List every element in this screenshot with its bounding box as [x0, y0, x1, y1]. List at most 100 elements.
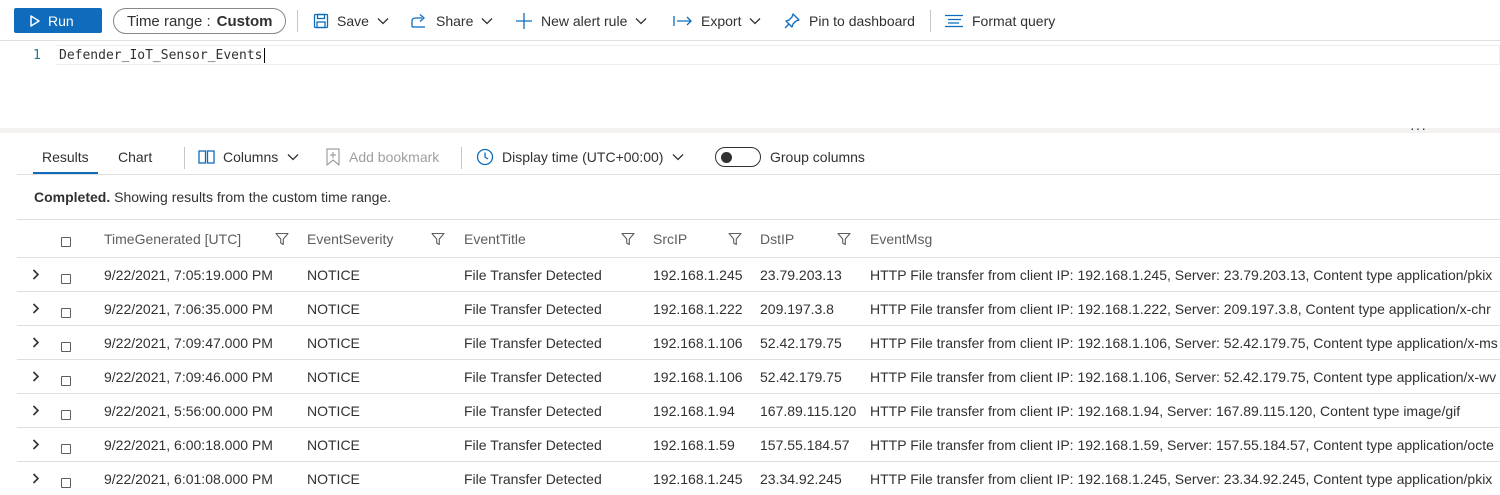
chevron-down-icon — [635, 17, 647, 25]
editor-results-splitter[interactable] — [0, 128, 1500, 133]
group-columns-label: Group columns — [770, 149, 865, 165]
filter-icon[interactable] — [837, 232, 851, 246]
row-checkbox[interactable] — [61, 376, 71, 386]
cell-eventmsg: HTTP File transfer from client IP: 192.1… — [870, 334, 1498, 351]
header-eventtitle[interactable]: EventTitle — [464, 220, 614, 257]
cell-timegenerated: 9/22/2021, 7:09:46.000 PM — [104, 368, 273, 385]
save-icon — [313, 13, 329, 29]
tab-results[interactable]: Results — [33, 142, 98, 174]
cell-dstip: 157.55.184.57 — [760, 436, 850, 453]
cell-eventseverity: NOTICE — [307, 402, 360, 419]
header-eventseverity[interactable]: EventSeverity — [307, 220, 427, 257]
cell-eventtitle: File Transfer Detected — [464, 436, 602, 453]
chevron-right-icon[interactable] — [32, 473, 40, 484]
save-button[interactable]: Save — [313, 0, 389, 41]
header-dstip[interactable]: DstIP — [760, 220, 830, 257]
plus-icon — [515, 12, 533, 30]
add-bookmark-button[interactable]: Add bookmark — [325, 142, 439, 172]
header-srcip[interactable]: SrcIP — [653, 220, 723, 257]
table-row[interactable]: 9/22/2021, 7:09:46.000 PM NOTICE File Tr… — [17, 360, 1500, 394]
share-label: Share — [436, 12, 474, 29]
row-checkbox[interactable] — [61, 444, 71, 454]
share-button[interactable]: Share — [410, 0, 493, 41]
display-time-label: Display time (UTC+00:00) — [502, 149, 664, 165]
table-row[interactable]: 9/22/2021, 7:09:47.000 PM NOTICE File Tr… — [17, 326, 1500, 360]
current-line-highlight — [56, 45, 1500, 65]
add-bookmark-label: Add bookmark — [349, 149, 440, 165]
cell-timegenerated: 9/22/2021, 6:00:18.000 PM — [104, 436, 273, 453]
cell-srcip: 192.168.1.59 — [653, 436, 735, 453]
cell-srcip: 192.168.1.106 — [653, 334, 743, 351]
display-time-button[interactable]: Display time (UTC+00:00) — [476, 142, 684, 172]
format-lines-icon — [944, 14, 964, 28]
table-row[interactable]: 9/22/2021, 7:06:35.000 PM NOTICE File Tr… — [17, 292, 1500, 326]
table-row[interactable]: 9/22/2021, 7:05:19.000 PM NOTICE File Tr… — [17, 258, 1500, 292]
time-range-button[interactable]: Time range : Custom — [113, 8, 286, 34]
chevron-right-icon[interactable] — [32, 405, 40, 416]
header-timegenerated[interactable]: TimeGenerated [UTC] — [104, 220, 274, 257]
filter-icon[interactable] — [728, 232, 742, 246]
cell-eventmsg: HTTP File transfer from client IP: 192.1… — [870, 470, 1493, 487]
table-row[interactable]: 9/22/2021, 6:01:08.000 PM NOTICE File Tr… — [17, 462, 1500, 495]
header-eventmsg[interactable]: EventMsg — [870, 220, 1070, 257]
toolbar-divider — [930, 10, 931, 32]
header-label: EventTitle — [464, 230, 526, 247]
pin-to-dashboard-button[interactable]: Pin to dashboard — [783, 0, 915, 41]
new-alert-rule-button[interactable]: New alert rule — [515, 0, 647, 41]
filter-icon[interactable] — [621, 232, 635, 246]
chevron-down-icon — [377, 17, 389, 25]
cell-eventtitle: File Transfer Detected — [464, 402, 602, 419]
more-options-icon[interactable]: ··· — [1410, 120, 1427, 136]
cell-eventseverity: NOTICE — [307, 470, 360, 487]
pin-to-dashboard-label: Pin to dashboard — [809, 12, 915, 29]
group-columns-toggle[interactable] — [715, 147, 761, 167]
cell-timegenerated: 9/22/2021, 7:06:35.000 PM — [104, 300, 273, 317]
play-icon — [30, 14, 40, 27]
header-label: TimeGenerated [UTC] — [104, 230, 242, 247]
status-message: Completed. Showing results from the cust… — [34, 189, 391, 205]
row-checkbox[interactable] — [61, 342, 71, 352]
cell-eventseverity: NOTICE — [307, 266, 360, 283]
cell-eventseverity: NOTICE — [307, 300, 360, 317]
table-row[interactable]: 9/22/2021, 5:56:00.000 PM NOTICE File Tr… — [17, 394, 1500, 428]
chevron-down-icon — [481, 17, 493, 25]
cell-eventtitle: File Transfer Detected — [464, 470, 602, 487]
select-all-checkbox[interactable] — [61, 237, 71, 247]
query-text[interactable]: Defender_IoT_Sensor_Events — [59, 48, 265, 63]
columns-icon — [198, 150, 215, 164]
row-checkbox[interactable] — [61, 410, 71, 420]
chevron-right-icon[interactable] — [32, 337, 40, 348]
chevron-down-icon — [749, 17, 761, 25]
query-editor[interactable]: 1 Defender_IoT_Sensor_Events — [0, 41, 1500, 130]
table-row[interactable]: 9/22/2021, 6:00:18.000 PM NOTICE File Tr… — [17, 428, 1500, 462]
toggle-knob — [721, 152, 732, 163]
pin-icon — [783, 12, 801, 30]
run-button[interactable]: Run — [14, 8, 102, 33]
results-toolbar-divider — [184, 147, 185, 169]
filter-icon[interactable] — [275, 232, 289, 246]
cell-dstip: 23.34.92.245 — [760, 470, 842, 487]
cell-srcip: 192.168.1.245 — [653, 266, 743, 283]
chevron-right-icon[interactable] — [32, 439, 40, 450]
chevron-right-icon[interactable] — [32, 371, 40, 382]
tab-chart[interactable]: Chart — [118, 142, 152, 172]
results-toolbar-underline — [17, 174, 1500, 175]
row-checkbox[interactable] — [61, 308, 71, 318]
run-label: Run — [48, 12, 74, 29]
row-checkbox[interactable] — [61, 274, 71, 284]
bookmark-icon — [325, 148, 341, 166]
format-query-button[interactable]: Format query — [944, 0, 1055, 41]
cell-srcip: 192.168.1.106 — [653, 368, 743, 385]
chevron-right-icon[interactable] — [32, 303, 40, 314]
cell-eventmsg: HTTP File transfer from client IP: 192.1… — [870, 402, 1461, 419]
line-number: 1 — [33, 48, 41, 63]
cell-timegenerated: 9/22/2021, 7:05:19.000 PM — [104, 266, 273, 283]
row-checkbox[interactable] — [61, 478, 71, 488]
filter-icon[interactable] — [431, 232, 445, 246]
grid-header: TimeGenerated [UTC] EventSeverity EventT… — [17, 219, 1500, 258]
chevron-right-icon[interactable] — [32, 269, 40, 280]
tab-results-label: Results — [42, 149, 89, 165]
status-bold: Completed. — [34, 189, 111, 205]
export-button[interactable]: Export — [673, 0, 761, 41]
columns-button[interactable]: Columns — [198, 142, 299, 172]
